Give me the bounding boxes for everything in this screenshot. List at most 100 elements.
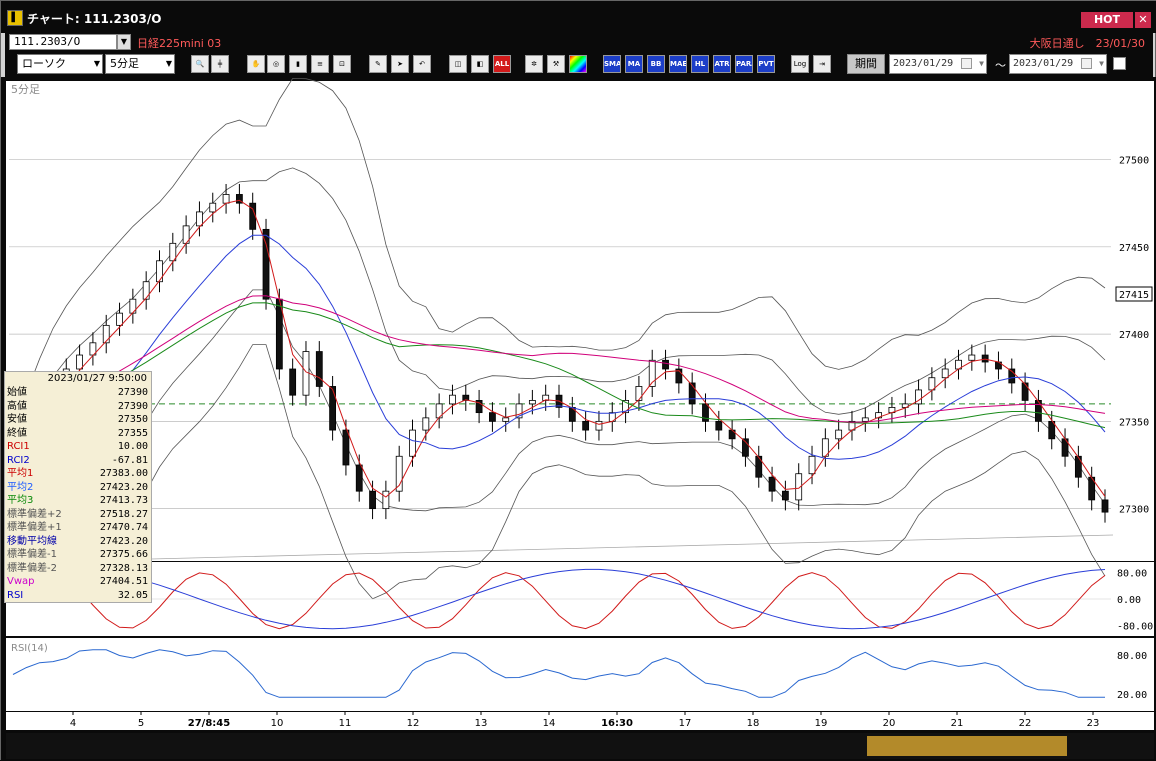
data-window-label: 高値: [7, 400, 27, 412]
data-window-label: 標準偏差+1: [7, 522, 62, 533]
indicator-ma-icon[interactable]: MA: [625, 55, 643, 73]
data-window-label: 標準偏差+2: [7, 508, 62, 520]
indicator-pvt-icon[interactable]: PVT: [757, 55, 775, 73]
compare-icon[interactable]: ◧: [471, 55, 489, 73]
time-tick-label: 11: [339, 718, 352, 729]
settings-icon[interactable]: ✲: [525, 55, 543, 73]
bar-icon[interactable]: ▮: [289, 55, 307, 73]
candle-body: [142, 281, 150, 300]
symbol-name: 日経225mini 03: [137, 37, 222, 50]
rsi-pane[interactable]: [6, 638, 1114, 711]
indicator-sma-icon[interactable]: SMA: [603, 55, 621, 73]
calendar-icon[interactable]: [1081, 58, 1092, 69]
range-checkbox[interactable]: [1113, 57, 1126, 70]
color-palette-icon[interactable]: [569, 55, 587, 73]
crosshair-icon[interactable]: ╪: [211, 55, 229, 73]
data-window-value: 27375.66: [99, 549, 148, 560]
undo-icon[interactable]: ↶: [413, 55, 431, 73]
rci-tick-label: -80.00: [1117, 621, 1153, 632]
candle-tool-icon[interactable]: ◫: [449, 55, 467, 73]
calendar-icon[interactable]: [961, 58, 972, 69]
data-window-row: 標準偏差-2 27328.13: [5, 562, 151, 576]
window-title: チャート: 111.2303/O: [27, 12, 162, 26]
candle-body: [595, 420, 603, 431]
candle-body: [409, 429, 416, 457]
data-window-row: 標準偏差+2 27518.27: [5, 508, 151, 522]
close-icon[interactable]: ✕: [1135, 12, 1151, 28]
data-window-row: RCI2 -67.81: [5, 454, 151, 468]
candle-body: [489, 412, 496, 422]
chart-type-select[interactable]: ローソク ▼: [17, 54, 103, 74]
price-tick-label: 27300: [1119, 505, 1149, 516]
candle-body: [1101, 499, 1109, 513]
title-bar[interactable]: ▌ チャート: 111.2303/O HOT ✕: [1, 1, 1156, 33]
time-tick-label: 16:30: [601, 718, 633, 729]
candle-body: [861, 417, 869, 422]
indicator-hl-icon[interactable]: HL: [691, 55, 709, 73]
pen-icon[interactable]: ✎: [369, 55, 387, 73]
time-tick-label: 19: [815, 718, 828, 729]
candle-icon[interactable]: ≡: [311, 55, 329, 73]
candle-body: [688, 382, 696, 405]
period-button[interactable]: 期間: [847, 54, 885, 74]
date-to-field[interactable]: 2023/01/29 ▼: [1009, 54, 1107, 74]
candle-body: [1035, 400, 1042, 422]
data-window-value: 27404.51: [99, 576, 148, 587]
time-tick-label: 5: [138, 718, 144, 729]
candle-body: [449, 394, 456, 405]
log-scale-icon[interactable]: Log: [791, 55, 809, 73]
time-tick-label: 22: [1019, 718, 1032, 729]
indicator-atr-icon[interactable]: ATR: [713, 55, 731, 73]
symbol-dropdown-icon[interactable]: ▼: [117, 34, 131, 50]
data-window-row: 移動平均線 27423.20: [5, 535, 151, 549]
data-window-label: 標準偏差-1: [7, 549, 57, 560]
indicator-para-icon[interactable]: PARA: [735, 55, 753, 73]
candle-body: [502, 417, 510, 422]
export-icon[interactable]: ⇥: [813, 55, 831, 73]
data-window-row: 標準偏差-1 27375.66: [5, 548, 151, 562]
cursor-icon[interactable]: ➤: [391, 55, 409, 73]
candle-body: [1074, 455, 1082, 478]
time-tick-label: 23: [1087, 718, 1100, 729]
candle-body: [209, 202, 217, 213]
data-window-row: 平均1 27383.00: [5, 467, 151, 481]
candle-body: [289, 368, 297, 396]
date-from-field[interactable]: 2023/01/29 ▼: [889, 54, 987, 74]
data-window-label: RSI: [7, 589, 24, 601]
main-pane[interactable]: [6, 81, 1114, 561]
interval-select[interactable]: 5分足 ▼: [105, 54, 175, 74]
hot-button[interactable]: HOT: [1081, 12, 1133, 28]
app-logo-icon: ▌: [7, 10, 23, 26]
symbol-input[interactable]: 111.2303/O: [9, 34, 117, 50]
search-icon[interactable]: ◎: [267, 55, 285, 73]
price-axis[interactable]: [1114, 81, 1154, 561]
candle-body: [422, 417, 430, 431]
pointer-icon[interactable]: ✋: [247, 55, 265, 73]
candle-body: [315, 351, 323, 387]
data-window-label: 標準偏差-2: [7, 562, 57, 574]
wrench-icon[interactable]: ⚒: [547, 55, 565, 73]
data-window-row: 安値 27350: [5, 413, 151, 427]
time-axis: [6, 712, 1154, 730]
data-window-label: 移動平均線: [7, 535, 57, 547]
session-label: 大阪日通し 23/01/30: [1029, 37, 1145, 50]
lock-icon[interactable]: ⊡: [333, 55, 351, 73]
rsi-title: RSI(14): [11, 643, 48, 654]
zoom-icon[interactable]: 🔍: [191, 55, 209, 73]
data-window-row: 終値 27355: [5, 427, 151, 441]
data-window-value: 27328.13: [99, 562, 148, 574]
data-window-label: RCI2: [7, 454, 30, 466]
price-chart[interactable]: 27500 27450 27400 27350 27300 4 5 27/8:45 10 11 12…: [1, 77, 1156, 761]
data-window-label: 終値: [7, 427, 27, 439]
scrollbar-thumb[interactable]: [867, 736, 1067, 756]
data-window-value: 10.00: [117, 441, 148, 452]
data-window-row: RSI 32.05: [5, 589, 151, 603]
indicator-bb-icon[interactable]: BB: [647, 55, 665, 73]
all-icon[interactable]: ALL: [493, 55, 511, 73]
candle-body: [981, 354, 989, 363]
data-window-label: 安値: [7, 414, 27, 425]
candle-body: [355, 464, 363, 492]
indicator-mae-icon[interactable]: MAE: [669, 55, 687, 73]
price-tick-label: 27350: [1119, 417, 1149, 428]
data-window-row: RCI1 10.00: [5, 440, 151, 454]
